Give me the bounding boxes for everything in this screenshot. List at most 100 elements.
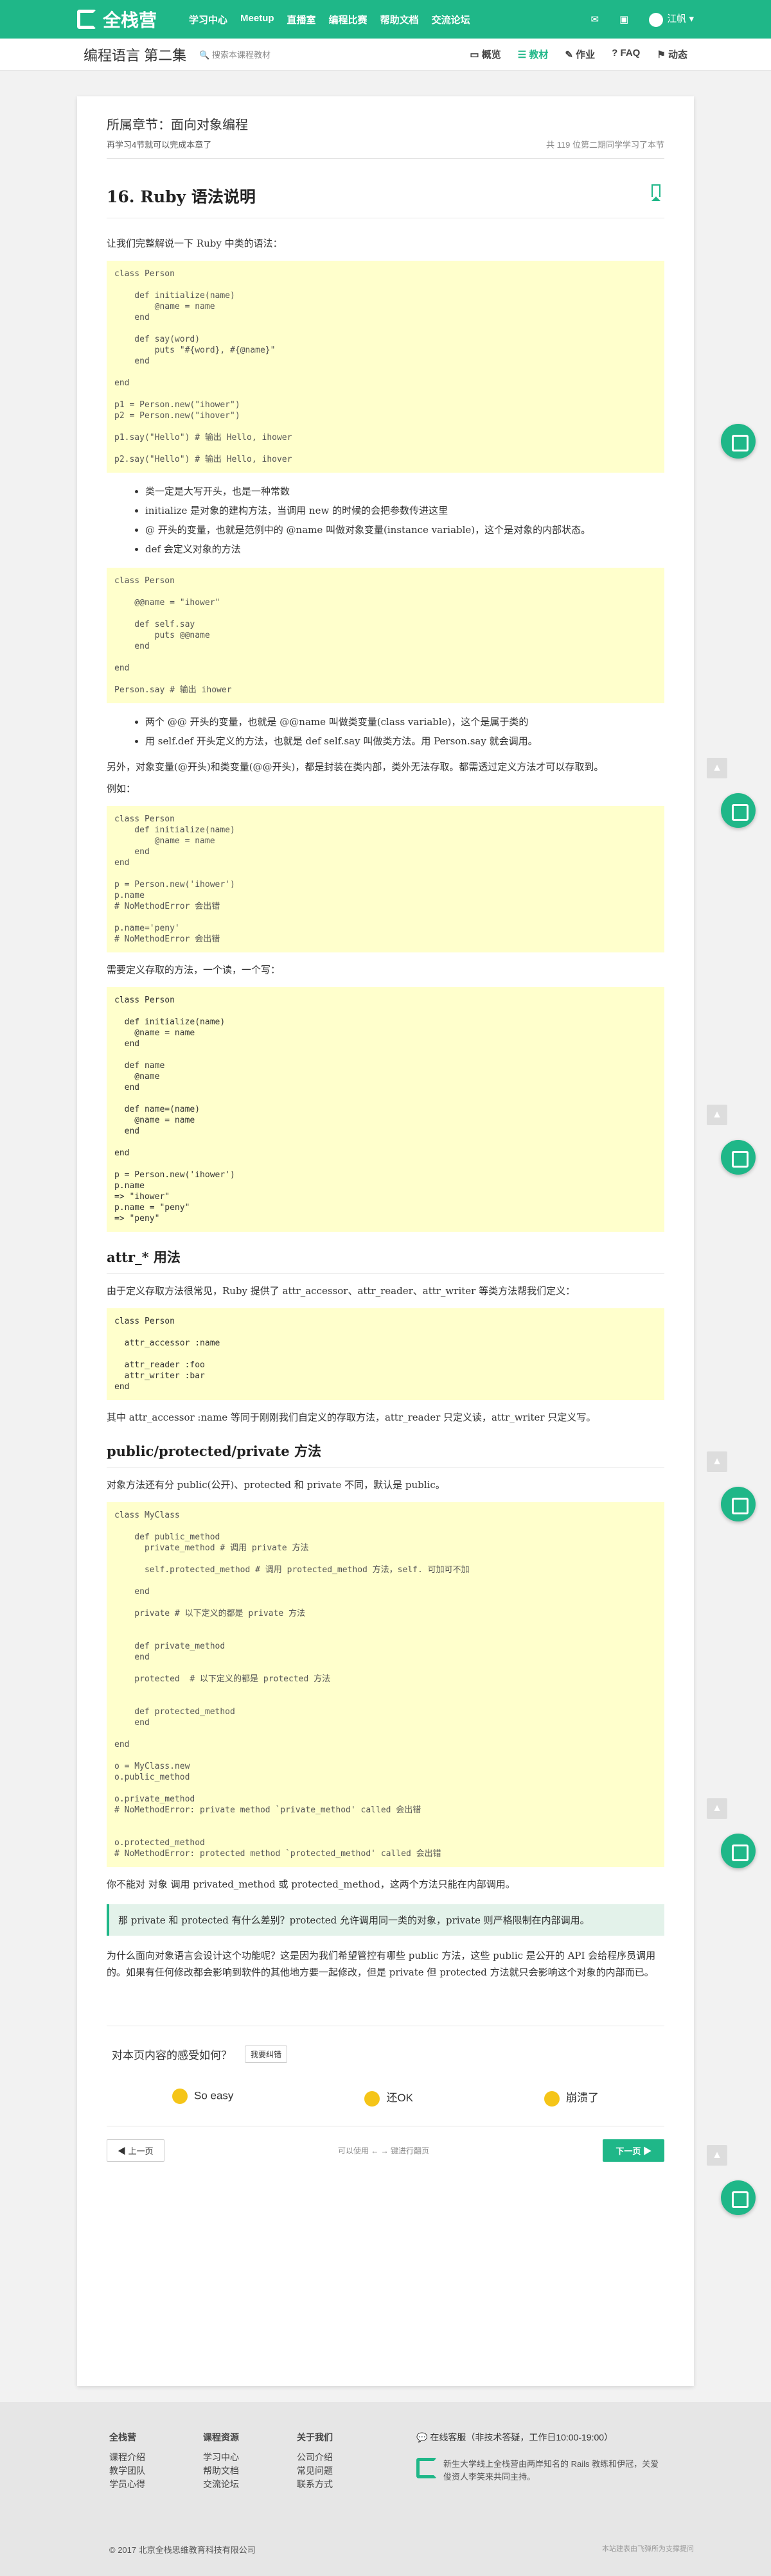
- copyright: © 2017 北京全栈思维教育科技有限公司: [109, 2545, 256, 2555]
- brand-logo[interactable]: 全栈营: [77, 6, 157, 32]
- avatar: [649, 12, 664, 27]
- course-title: 编程语言 第二集: [84, 47, 187, 64]
- search-icon: 🔍: [199, 50, 210, 60]
- footer-link[interactable]: 联系方式: [297, 2478, 333, 2491]
- list-item: 用 self.def 开头定义的方法，也就是 def self.say 叫做类方…: [145, 732, 664, 751]
- chat-button[interactable]: [721, 1140, 756, 1175]
- paragraph: 由于定义存取方法很常见，Ruby 提供了 attr_accessor、attr_…: [107, 1285, 576, 1297]
- nav-link-learning[interactable]: 学习中心: [189, 13, 227, 26]
- intro-text: 让我们完整解说一下 Ruby 中类的语法：: [107, 238, 283, 249]
- scroll-top-button[interactable]: ▲: [707, 758, 727, 778]
- bullet-list-2: 两个 @@ 开头的变量，也就是 @@name 叫做类变量(class varia…: [145, 712, 664, 751]
- scroll-top-button[interactable]: ▲: [707, 1798, 727, 1819]
- paragraph: 为什么面向对象语言会设计这个功能呢？这是因为我们希望管控有哪些 public 方…: [107, 1950, 656, 1978]
- feedback-section: 对本页内容的感受如何？ 我要纠错 So easy 还OK 崩溃了 ◀ 上一页 可以…: [107, 2026, 664, 2162]
- list-item: 两个 @@ 开头的变量，也就是 @@name 叫做类变量(class varia…: [145, 712, 664, 732]
- code-block-5: class Person attr_accessor :name attr_re…: [107, 1308, 664, 1400]
- tab-homework[interactable]: ✎ 作业: [565, 48, 595, 61]
- tab-activity[interactable]: ⚑ 动态: [657, 48, 687, 61]
- nav-link-meetup[interactable]: Meetup: [240, 13, 274, 26]
- footer-ad: 新生大学线上全栈营由两岸知名的 Rails 教练和伊冠，关爱俊资人李笑来共同主持…: [416, 2458, 660, 2484]
- reaction-ok[interactable]: 还OK: [364, 2089, 413, 2107]
- code-block-1: class Person def initialize(name) @name …: [107, 261, 664, 473]
- tab-materials[interactable]: ☰ 教材: [518, 48, 549, 61]
- chat-button[interactable]: [721, 2180, 756, 2215]
- footer-col-title: 课程资源: [203, 2432, 239, 2442]
- chat-button[interactable]: [721, 793, 756, 828]
- chapter-title: 所属章节：面向对象编程: [107, 118, 248, 132]
- footer-link[interactable]: 教学团队: [109, 2464, 145, 2478]
- lesson-title: 16. Ruby 语法说明: [107, 184, 664, 218]
- chat-button[interactable]: [721, 1487, 756, 1521]
- learner-count: 共 119 位第二期同学学习了本节: [546, 140, 664, 150]
- chat-icon: 💬: [416, 2432, 428, 2442]
- lesson-card: 所属章节：面向对象编程 再学习4节就可以完成本章了 共 119 位第二期同学学习了…: [77, 96, 694, 2386]
- reaction-hard[interactable]: 崩溃了: [544, 2089, 599, 2107]
- paragraph: 需要定义存取的方法，一个读，一个写：: [107, 964, 281, 976]
- list-icon: ☰: [517, 49, 527, 60]
- footer-col-title: 全栈营: [109, 2432, 136, 2442]
- report-error-button[interactable]: 我要纠错: [245, 2046, 288, 2063]
- tip-box: 那 private 和 protected 有什么差别？protected 允许…: [107, 1904, 664, 1936]
- code-block-6: class MyClass def public_method private_…: [107, 1502, 664, 1867]
- homework-icon: ✎: [565, 49, 573, 60]
- search-input[interactable]: 🔍 搜索本课程教材: [199, 48, 270, 60]
- top-nav: 全栈营 学习中心 Meetup 直播室 编程比赛 帮助文档 交流论坛 ✉ ▣ 江…: [0, 0, 771, 39]
- scroll-top-button[interactable]: ▲: [707, 1105, 727, 1125]
- customer-service[interactable]: 💬 在线客服（非技术答疑，工作日10:00-19:00）: [416, 2431, 660, 2444]
- pager-hint: 可以使用 ← → 键进行翻页: [337, 2146, 429, 2155]
- notification-icon[interactable]: ▣: [619, 13, 628, 25]
- scroll-top-button[interactable]: ▲: [707, 1451, 727, 1472]
- list-item: def 会定义对象的方法: [145, 539, 664, 559]
- chat-button[interactable]: [721, 1834, 756, 1868]
- section-heading: public/protected/private 方法: [107, 1441, 664, 1468]
- logo-icon: [416, 2458, 437, 2478]
- section-heading: attr_* 用法: [107, 1247, 664, 1274]
- neutral-face-icon: [364, 2090, 380, 2107]
- footer-link[interactable]: 公司介绍: [297, 2451, 333, 2464]
- activity-icon: ⚑: [657, 49, 666, 60]
- paragraph: 对象方法还有分 public(公开)、protected 和 private 不…: [107, 1479, 445, 1491]
- list-item: initialize 是对象的建构方法，当调用 new 的时候的会把参数传进这里: [145, 501, 664, 520]
- code-block-4: class Person def initialize(name) @name …: [107, 987, 664, 1232]
- list-item: 类一定是大写开头，也是一种常数: [145, 482, 664, 501]
- reaction-easy[interactable]: So easy: [172, 2089, 233, 2107]
- footer-link[interactable]: 帮助文档: [203, 2464, 239, 2478]
- paragraph: 你不能对 对象 调用 privated_method 或 protected_m…: [107, 1879, 515, 1890]
- brand-name: 全栈营: [103, 10, 157, 30]
- pager: ◀ 上一页 可以使用 ← → 键进行翻页 下一页 ▶: [107, 2125, 664, 2162]
- next-page-button[interactable]: 下一页 ▶: [603, 2139, 664, 2162]
- code-block-2: class Person @@name = "ihower" def self.…: [107, 568, 664, 703]
- course-bar: 编程语言 第二集 🔍 搜索本课程教材 ▭ 概览 ☰ 教材 ✎ 作业 ? FAQ …: [0, 39, 771, 71]
- faq-icon: ?: [612, 48, 618, 58]
- footer: 全栈营课程介绍 教学团队 学员心得 课程资源学习中心 帮助文档 交流论坛 关于我们公司介…: [0, 2402, 771, 2576]
- footer-col-title: 关于我们: [297, 2432, 333, 2442]
- footer-link[interactable]: 交流论坛: [203, 2478, 239, 2491]
- chat-button[interactable]: [721, 424, 756, 459]
- nav-link-docs[interactable]: 帮助文档: [380, 13, 419, 26]
- bullet-list-1: 类一定是大写开头，也是一种常数 initialize 是对象的建构方法，当调用 …: [145, 482, 664, 559]
- chapter-info: 所属章节：面向对象编程 再学习4节就可以完成本章了 共 119 位第二期同学学习了…: [107, 114, 664, 159]
- sad-face-icon: [544, 2090, 560, 2107]
- scroll-top-button[interactable]: ▲: [707, 2145, 727, 2166]
- bookmark-icon[interactable]: [651, 184, 660, 201]
- prev-page-button[interactable]: ◀ 上一页: [107, 2139, 164, 2162]
- feedback-question: 对本页内容的感受如何？: [112, 2049, 232, 2062]
- footer-link[interactable]: 课程介绍: [109, 2451, 145, 2464]
- list-item: @ 开头的变量，也就是范例中的 @name 叫做对象变量(instance va…: [145, 520, 664, 539]
- nav-link-contest[interactable]: 编程比赛: [329, 13, 368, 26]
- user-menu[interactable]: 江帆 ▾: [649, 12, 694, 27]
- footer-link[interactable]: 常见问题: [297, 2464, 333, 2478]
- footer-link[interactable]: 学习中心: [203, 2451, 239, 2464]
- nav-link-live[interactable]: 直播室: [287, 13, 316, 26]
- footer-note: 本站建表由飞弹所为支撑提问: [602, 2545, 694, 2553]
- smile-icon: [172, 2089, 188, 2104]
- mail-icon[interactable]: ✉: [591, 13, 599, 25]
- tab-overview[interactable]: ▭ 概览: [470, 48, 501, 61]
- paragraph: 另外，对象变量(@开头)和类变量(@@开头)，都是封装在类内部，类外无法存取。都…: [107, 761, 604, 773]
- nav-link-forum[interactable]: 交流论坛: [432, 13, 470, 26]
- paragraph: 其中 attr_accessor :name 等同于刚刚我们自定义的存取方法，a…: [107, 1412, 596, 1423]
- user-name: 江帆: [667, 13, 687, 25]
- tab-faq[interactable]: ? FAQ: [612, 48, 640, 61]
- footer-link[interactable]: 学员心得: [109, 2478, 145, 2491]
